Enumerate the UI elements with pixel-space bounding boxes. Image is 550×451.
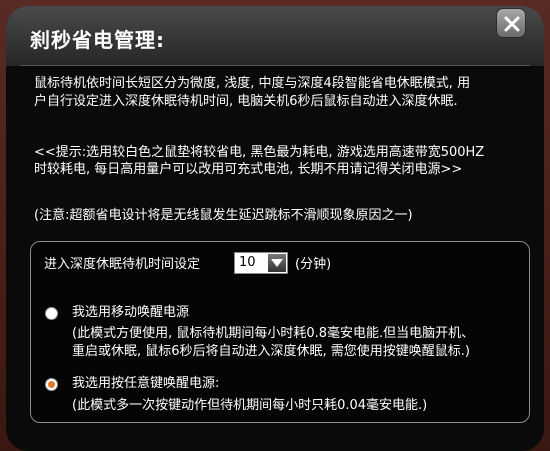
dropdown-button[interactable]	[268, 254, 286, 272]
keypress-wake-label[interactable]: 我选用按任意键唤醒电源:	[72, 375, 219, 393]
dialog-title: 刹秒省电管理:	[30, 28, 165, 52]
motion-wake-desc-2: 重启或休眠, 鼠标6秒后将自动进入深度休眠, 需您使用按键唤醒鼠标.)	[72, 344, 471, 359]
close-icon	[504, 16, 520, 32]
motion-wake-desc-1: (此模式方便使用, 鼠标待机期间每小时耗0.8毫安电能.但当电脑开机、	[72, 326, 475, 341]
motion-wake-radio[interactable]	[45, 307, 58, 320]
close-button[interactable]	[496, 8, 526, 38]
chevron-down-icon	[271, 259, 283, 267]
header-divider	[20, 65, 530, 66]
note-text: (注意:超额省电设计将是无线鼠发生延迟跳标不滑顺现象原因之一)	[34, 208, 413, 223]
description-line-2: 户自行设定进入深度休眠待机时间, 电脑关机6秒后鼠标自动进入深度休眠.	[34, 94, 458, 109]
tip-line-1: <<提示:选用较白色之鼠垫将较省电, 黑色最为耗电, 游戏选用高速带宽500HZ	[34, 145, 485, 160]
sleep-time-unit: (分钟)	[295, 257, 332, 272]
motion-wake-label[interactable]: 我选用移动唤醒电源	[72, 304, 189, 322]
tip-line-2: 时较耗电, 每日高用量户可以改用可充式电池, 长期不用请记得关闭电源>>	[34, 162, 463, 177]
radio-selected-dot	[48, 381, 55, 388]
sleep-time-select[interactable]: 10	[234, 252, 288, 274]
keypress-wake-desc: (此模式多一次按键动作但待机期间每小时只耗0.04毫安电能.)	[72, 398, 428, 413]
description-line-1: 鼠标待机依时间长短区分为微度, 浅度, 中度与深度4段智能省电休眠模式, 用	[34, 76, 471, 91]
keypress-wake-radio[interactable]	[45, 378, 58, 391]
sleep-time-value: 10	[239, 255, 256, 270]
sleep-time-label: 进入深度休眠待机时间设定	[44, 257, 201, 272]
power-saving-window: 刹秒省电管理: 鼠标待机依时间长短区分为微度, 浅度, 中度与深度4段智能省电休…	[0, 0, 550, 451]
